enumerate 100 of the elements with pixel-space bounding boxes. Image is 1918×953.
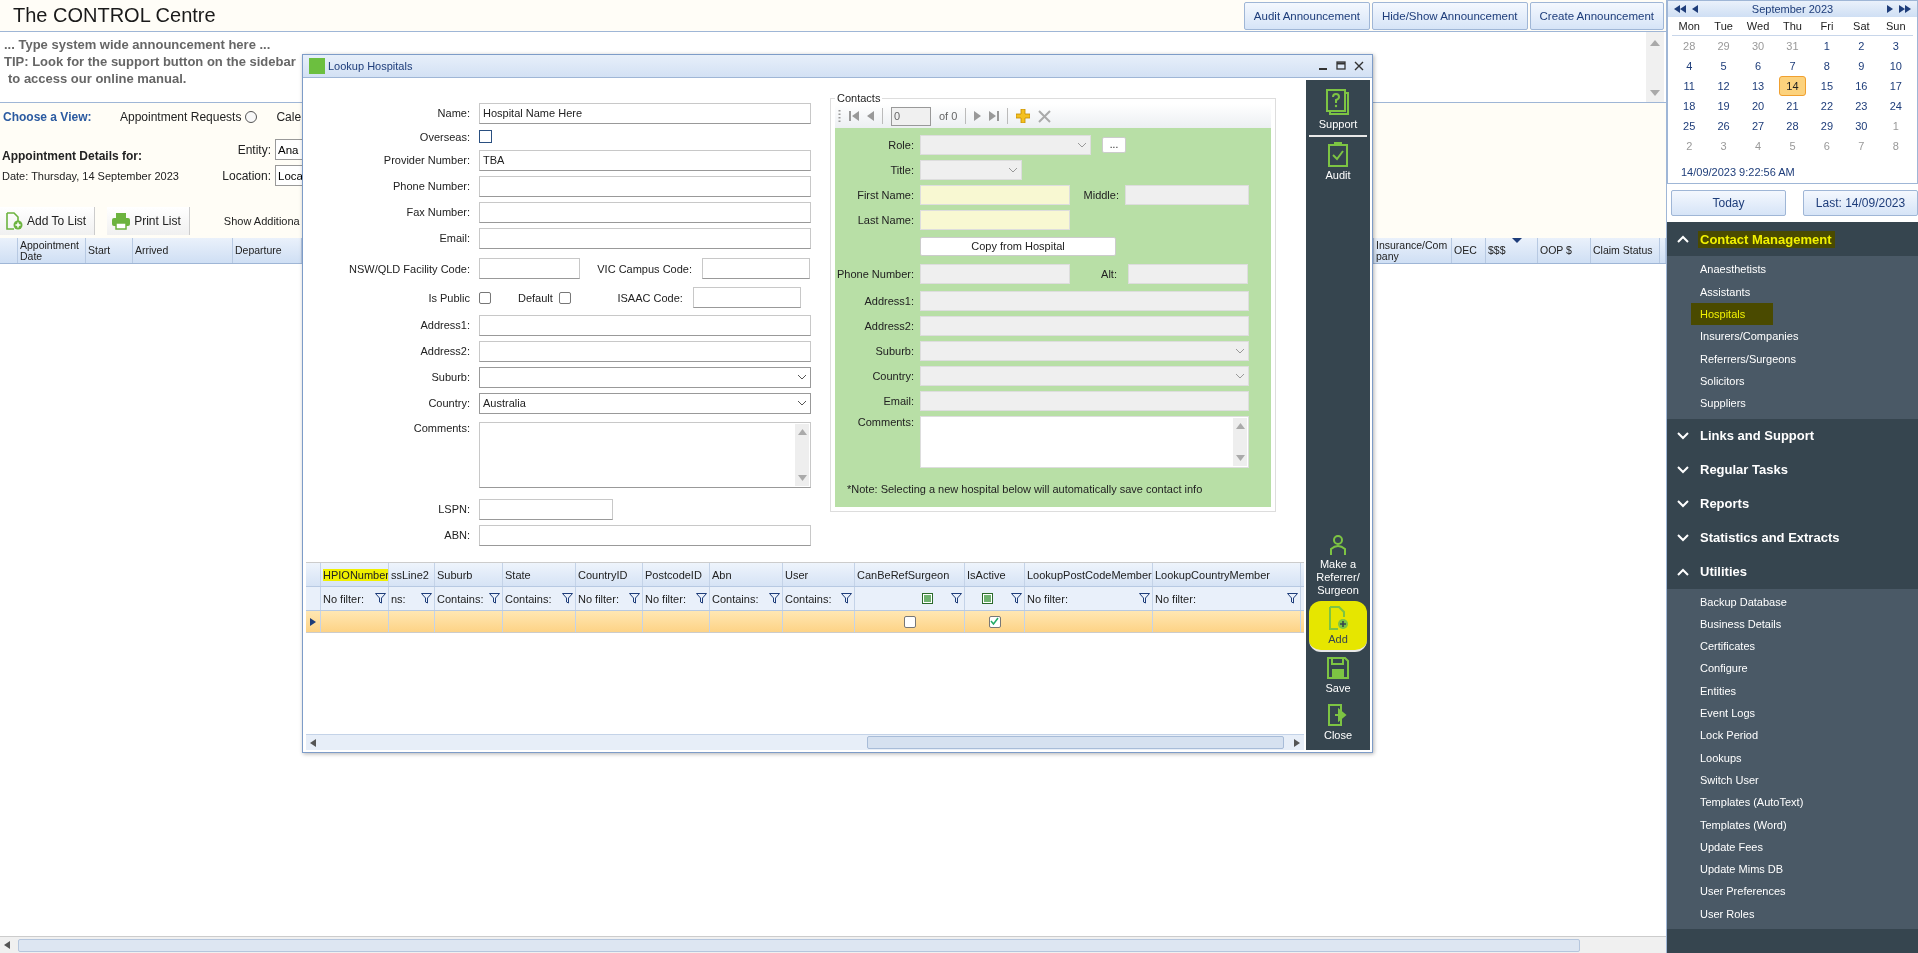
filter-icon[interactable] xyxy=(489,593,500,604)
last-record-icon[interactable] xyxy=(989,110,1000,122)
nav-section-title[interactable]: Links and Support xyxy=(1698,427,1819,445)
calendar-day[interactable]: 22 xyxy=(1813,96,1841,116)
toolbar-button[interactable]: Support xyxy=(1309,84,1367,137)
text-field[interactable] xyxy=(702,258,810,279)
column-header[interactable]: Suburb xyxy=(437,568,473,581)
calendar-day[interactable]: 28 xyxy=(1779,116,1806,136)
nav-item[interactable]: Configure xyxy=(1667,657,1918,680)
column-header[interactable]: User xyxy=(785,568,809,581)
column-header[interactable]: OEC xyxy=(1452,238,1486,263)
filter-label[interactable]: No filter: xyxy=(645,592,686,605)
nav-section-title[interactable]: Statistics and Extracts xyxy=(1698,529,1844,547)
column-header[interactable]: Appointment Date xyxy=(18,238,86,263)
filter-icon[interactable] xyxy=(421,593,432,604)
filter-checkbox[interactable] xyxy=(982,593,993,604)
column-header[interactable]: HPIONumber xyxy=(323,568,388,581)
calendar-day[interactable]: 17 xyxy=(1882,76,1909,96)
nav-item[interactable]: Update Mims DB xyxy=(1667,858,1918,881)
filter-icon[interactable] xyxy=(696,593,707,604)
checkbox[interactable] xyxy=(903,615,916,628)
next-year-icon[interactable] xyxy=(1899,5,1911,13)
calendar-day[interactable]: 11 xyxy=(1676,76,1703,96)
nav-item[interactable]: User Roles xyxy=(1667,902,1918,925)
nav-item[interactable]: Event Logs xyxy=(1667,702,1918,725)
column-header[interactable]: State xyxy=(505,568,531,581)
toolbar-button[interactable]: Audit xyxy=(1306,137,1370,186)
nav-item[interactable]: Anaesthetists xyxy=(1667,258,1918,281)
nav-item[interactable]: Certificates xyxy=(1667,635,1918,658)
filter-icon[interactable] xyxy=(841,593,852,604)
delete-icon[interactable] xyxy=(1038,109,1052,123)
filter-label[interactable]: Contains: xyxy=(785,592,832,605)
calendar-day[interactable]: 23 xyxy=(1848,96,1875,116)
toolbar-button[interactable]: Add xyxy=(1309,601,1367,652)
copy-from-hospital-button[interactable]: Copy from Hospital xyxy=(920,236,1116,256)
filter-icon[interactable] xyxy=(769,593,780,604)
comments-box[interactable] xyxy=(479,422,811,488)
filter-label[interactable]: No filter: xyxy=(578,592,619,605)
chevron-icon[interactable] xyxy=(1677,533,1689,542)
chevron-icon[interactable] xyxy=(1677,431,1689,440)
announcement-button[interactable]: Create Announcement xyxy=(1529,1,1664,30)
text-field[interactable] xyxy=(479,498,613,520)
checkbox[interactable] xyxy=(479,291,491,304)
vertical-scrollbar[interactable] xyxy=(1646,32,1664,102)
calendar-day[interactable]: 8 xyxy=(1813,56,1841,76)
calendar-day[interactable]: 29 xyxy=(1813,116,1841,136)
column-header[interactable]: Insurance/Company xyxy=(1374,238,1452,263)
calendar-day[interactable]: 1 xyxy=(1813,36,1841,56)
date-button[interactable]: Last: 14/09/2023 xyxy=(1803,190,1918,217)
filter-icon[interactable] xyxy=(375,593,386,604)
scroll-up-icon[interactable] xyxy=(797,429,807,435)
column-header[interactable]: $$$ xyxy=(1486,238,1538,263)
nav-item[interactable]: Lookups xyxy=(1667,746,1918,769)
scrollbar-thumb[interactable] xyxy=(18,938,1580,952)
announcement-button[interactable]: Hide/Show Announcement xyxy=(1372,1,1528,30)
text-field[interactable] xyxy=(692,287,801,308)
scroll-left-icon[interactable] xyxy=(310,738,316,747)
calendar-day[interactable]: 15 xyxy=(1813,76,1841,96)
checkbox[interactable] xyxy=(479,130,492,143)
calendar-day[interactable]: 21 xyxy=(1779,96,1806,116)
filter-label[interactable]: ns: xyxy=(391,592,406,605)
calendar-day[interactable]: 6 xyxy=(1744,56,1772,76)
column-header[interactable]: Start xyxy=(86,238,133,263)
filter-label[interactable]: No filter: xyxy=(1027,592,1068,605)
nav-section-title[interactable]: Utilities xyxy=(1698,563,1751,581)
filter-label[interactable]: Contains: xyxy=(712,592,759,605)
text-field[interactable] xyxy=(479,201,811,223)
column-header[interactable]: CountryID xyxy=(578,568,628,581)
calendar-day[interactable]: 3 xyxy=(1882,36,1909,56)
nav-item[interactable]: Update Fees xyxy=(1667,835,1918,859)
calendar-day[interactable]: 25 xyxy=(1676,116,1703,136)
scroll-down-icon[interactable] xyxy=(1235,455,1245,461)
scroll-up-icon[interactable] xyxy=(1650,40,1660,46)
text-field[interactable] xyxy=(479,340,811,362)
calendar-day[interactable]: 7 xyxy=(1779,56,1806,76)
nav-item[interactable]: Templates (AutoText) xyxy=(1667,791,1918,814)
horizontal-scrollbar[interactable] xyxy=(0,936,1666,953)
previous-record-icon[interactable] xyxy=(867,110,874,122)
text-field[interactable] xyxy=(479,175,811,197)
text-field[interactable] xyxy=(920,209,1070,230)
column-header[interactable]: LookupCountryMember xyxy=(1155,568,1270,581)
nav-item[interactable]: User Preferences xyxy=(1667,880,1918,903)
maximize-icon[interactable] xyxy=(1336,61,1346,71)
text-field[interactable]: TBA xyxy=(479,149,811,171)
filter-icon[interactable] xyxy=(629,593,640,604)
chevron-icon[interactable] xyxy=(1677,567,1689,576)
nav-item[interactable]: Templates (Word) xyxy=(1667,813,1918,836)
text-field[interactable]: Hospital Name Here xyxy=(479,102,811,124)
nav-item[interactable]: Suppliers xyxy=(1667,392,1918,415)
column-header[interactable]: PostcodeID xyxy=(645,568,702,581)
filter-label[interactable]: No filter: xyxy=(323,592,364,605)
first-record-icon[interactable] xyxy=(849,110,859,122)
toolbar-button[interactable]: Add To List xyxy=(0,207,96,235)
filter-icon[interactable] xyxy=(1287,593,1298,604)
chevron-icon[interactable] xyxy=(1677,499,1689,508)
nav-section-title[interactable]: Contact Management xyxy=(1698,230,1836,248)
toolbar-button[interactable]: Save xyxy=(1306,652,1370,699)
nav-item[interactable]: Solicitors xyxy=(1667,369,1918,393)
scroll-up-icon[interactable] xyxy=(1235,423,1245,429)
previous-month-icon[interactable] xyxy=(1692,5,1698,13)
